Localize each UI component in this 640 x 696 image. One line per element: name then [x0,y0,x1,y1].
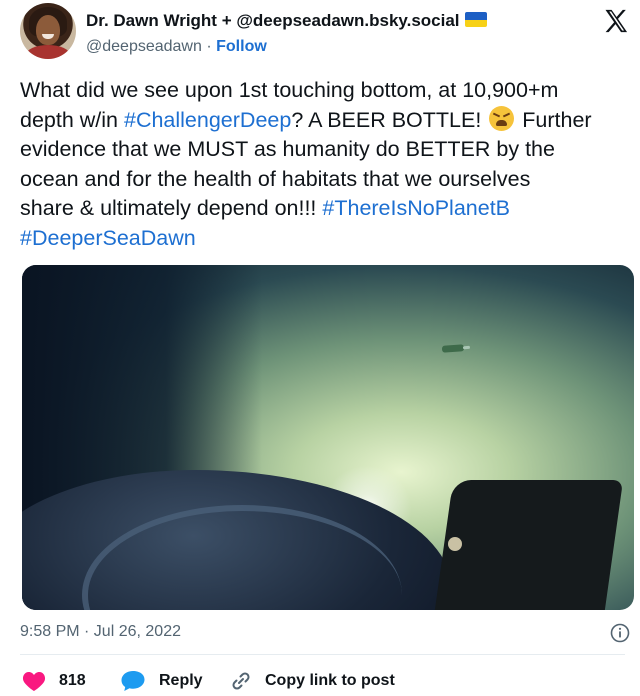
heart-icon [22,672,46,691]
reply-bubble-icon [121,671,145,691]
author-name-line[interactable]: Dr. Dawn Wright + @deepseadawn.bsky.soci… [86,11,487,31]
info-icon[interactable] [610,623,630,643]
tweet-text-segment: depth w/in [20,107,124,132]
tweet-text-segment: ? A BEER BOTTLE! [291,107,488,132]
follow-button[interactable]: Follow [216,38,267,55]
like-count: 818 [59,672,86,689]
hashtag-deeperseadawn[interactable]: #DeeperSeaDawn [20,226,196,250]
author-display-name[interactable]: Dr. Dawn Wright + @deepseadawn.bsky.soci… [86,11,460,30]
reply-button[interactable]: Reply [120,668,203,694]
copy-link-label: Copy link to post [265,672,395,689]
tired-face-emoji [489,105,515,131]
tweet-line-2: depth w/in #ChallengerDeep? A BEER BOTTL… [20,105,625,136]
tweet-text: What did we see upon 1st touching bottom… [20,76,625,253]
tweet-header: Dr. Dawn Wright + @deepseadawn.bsky.soci… [20,3,630,65]
like-button[interactable]: 818 [22,668,86,694]
tweet-text-segment: What did we see upon 1st touching bottom… [20,78,559,102]
hashtag-thereisnoplanetb[interactable]: #ThereIsNoPlanetB [322,196,510,220]
author-handle-line: @deepseadawn · Follow [86,38,267,56]
hashtag-challengerdeep[interactable]: #ChallengerDeep [124,108,291,132]
beer-bottle [441,344,465,353]
tweet-text-segment: share & ultimately depend on!!! [20,196,323,220]
timestamp[interactable]: 9:58 PM · Jul 26, 2022 [20,623,181,641]
tweet-line-1: What did we see upon 1st touching bottom… [20,76,625,106]
tweet-line-4: ocean and for the health of habitats tha… [20,165,625,195]
tweet-line-5: share & ultimately depend on!!! #ThereIs… [20,194,625,224]
tweet-text-segment: evidence that we MUST as humanity do BET… [20,137,555,161]
tweet-text-segment: Further [516,107,592,132]
tweet-line-6: #DeeperSeaDawn [20,224,625,254]
tweet-line-3: evidence that we MUST as humanity do BET… [20,135,625,165]
x-logo-icon[interactable] [602,7,630,35]
link-icon [232,672,250,690]
reply-label: Reply [159,672,203,689]
avatar[interactable] [20,3,76,59]
divider [20,654,625,655]
copy-link-button[interactable]: Copy link to post [230,668,395,694]
ukraine-flag-icon [464,12,487,27]
tweet-text-segment: ocean and for the health of habitats tha… [20,166,531,191]
seafloor-photo[interactable] [22,265,634,610]
author-handle[interactable]: @deepseadawn [86,38,202,55]
separator-dot: · [206,38,212,55]
